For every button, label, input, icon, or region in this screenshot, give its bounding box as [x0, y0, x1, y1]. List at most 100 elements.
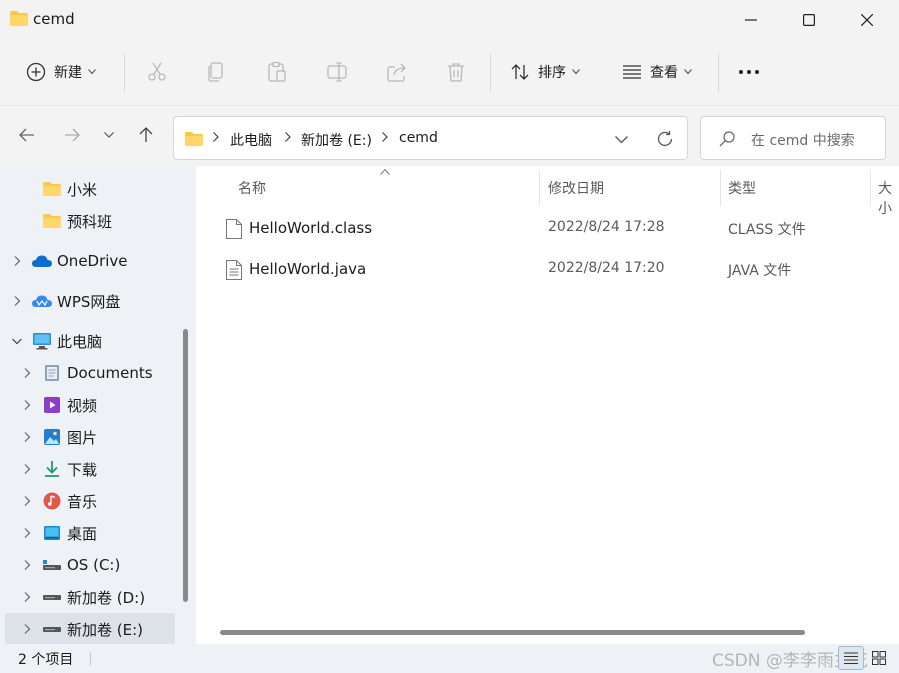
chevron-right-icon[interactable] [11, 295, 23, 307]
maximize-button[interactable] [780, 0, 838, 40]
chevron-right-icon[interactable] [21, 463, 33, 475]
column-divider[interactable] [720, 170, 721, 206]
drive-icon [43, 560, 61, 570]
share-button[interactable] [386, 52, 408, 92]
sidebar-item-pictures[interactable]: 图片 [0, 421, 176, 453]
sidebar-item-xiaomi[interactable]: 小米 [0, 173, 176, 205]
column-header-name[interactable]: 名称 [238, 178, 266, 198]
search-box[interactable]: 在 cemd 中搜索 [700, 116, 886, 160]
sidebar-item-label: 小米 [67, 180, 98, 199]
text-file-icon [226, 260, 242, 280]
command-bar: 新建 排序 查看 [0, 40, 899, 106]
sidebar-item-drive-d[interactable]: 新加卷 (D:) [0, 581, 176, 613]
delete-button[interactable] [446, 52, 466, 92]
file-name: HelloWorld.class [249, 219, 373, 237]
chevron-right-icon[interactable] [21, 527, 33, 539]
back-button[interactable] [10, 118, 44, 152]
column-divider[interactable] [539, 170, 540, 206]
chevron-right-icon[interactable] [21, 623, 33, 635]
sidebar-item-desktop[interactable]: 桌面 [0, 517, 176, 549]
close-button[interactable] [838, 0, 896, 40]
chevron-down-icon[interactable] [615, 136, 628, 144]
file-name: HelloWorld.java [249, 260, 367, 278]
view-button[interactable]: 查看 [622, 52, 692, 92]
up-button[interactable] [129, 118, 163, 152]
cut-button[interactable] [146, 52, 168, 92]
chevron-right-icon[interactable] [21, 559, 33, 571]
download-icon [45, 461, 59, 477]
minimize-button[interactable] [722, 0, 780, 40]
sidebar-item-label: 音乐 [67, 492, 98, 511]
pictures-icon [44, 429, 60, 445]
table-row[interactable]: HelloWorld.java 2022/8/24 17:20 JAVA 文件 [216, 250, 899, 290]
file-date: 2022/8/24 17:28 [548, 219, 665, 235]
trash-icon [448, 63, 464, 82]
horizontal-scrollbar[interactable] [220, 630, 805, 635]
folder-icon [43, 182, 61, 196]
forward-button[interactable] [55, 118, 89, 152]
chevron-right-icon[interactable] [21, 591, 33, 603]
sidebar-item-drive-e[interactable]: 新加卷 (E:) [5, 613, 175, 644]
sort-button[interactable]: 排序 [510, 52, 580, 92]
close-icon [861, 14, 873, 26]
sidebar-scrollbar-thumb[interactable] [183, 329, 188, 602]
chevron-right-icon[interactable] [21, 431, 33, 443]
chevron-right-icon[interactable] [21, 367, 33, 379]
copy-button[interactable] [206, 52, 226, 92]
more-button[interactable] [738, 52, 760, 92]
more-icon [739, 70, 759, 74]
details-view-button[interactable] [838, 646, 864, 670]
sidebar-item-label: 视频 [67, 396, 98, 415]
column-header-date[interactable]: 修改日期 [548, 178, 604, 198]
tiles-view-button[interactable] [866, 646, 892, 670]
refresh-icon[interactable] [656, 130, 674, 148]
chevron-right-icon[interactable] [21, 495, 33, 507]
chevron-down-icon [684, 69, 692, 75]
column-header-type[interactable]: 类型 [728, 178, 756, 198]
sidebar-item-this-pc[interactable]: 此电脑 [0, 325, 176, 357]
arrow-right-icon [65, 128, 80, 142]
chevron-right-icon[interactable] [11, 255, 23, 267]
sort-icon [511, 64, 529, 80]
sidebar-item-videos[interactable]: 视频 [0, 389, 176, 421]
view-label: 查看 [650, 65, 678, 81]
file-list: 名称 修改日期 类型 大小 HelloWorld.class 2022/8/24… [196, 166, 899, 644]
recent-locations-button[interactable] [94, 118, 124, 152]
sidebar-item-label: OS (C:) [67, 556, 121, 574]
tiles-view-icon [872, 651, 886, 665]
details-view-icon [844, 652, 858, 664]
sidebar-item-music[interactable]: 音乐 [0, 485, 176, 517]
sidebar-item-documents[interactable]: Documents [0, 357, 176, 389]
search-input[interactable]: 在 cemd 中搜索 [751, 130, 855, 150]
desktop-icon [44, 526, 60, 540]
sidebar-item-label: 新加卷 (D:) [67, 588, 146, 607]
chevron-right-icon [382, 132, 388, 142]
sidebar-item-onedrive[interactable]: OneDrive [0, 245, 176, 277]
computer-icon [33, 333, 51, 350]
new-button[interactable]: 新建 [26, 52, 96, 92]
documents-icon [45, 365, 59, 381]
paste-button[interactable] [266, 52, 288, 92]
sidebar-item-downloads[interactable]: 下载 [0, 453, 176, 485]
folder-icon [185, 132, 203, 146]
rename-button[interactable] [326, 52, 348, 92]
chevron-right-icon [213, 132, 219, 142]
breadcrumb-drive-e[interactable]: 新加卷 (E:) [301, 130, 372, 150]
sidebar-item-label: 新加卷 (E:) [67, 620, 144, 639]
toolbar-divider [718, 54, 719, 92]
sidebar-item-yukeban[interactable]: 预科班 [0, 205, 176, 237]
sidebar-item-drive-c[interactable]: OS (C:) [0, 549, 176, 581]
sort-label: 排序 [538, 65, 566, 81]
sidebar-item-label: 此电脑 [57, 332, 103, 351]
address-bar[interactable]: 此电脑 新加卷 (E:) cemd [173, 116, 688, 160]
table-row[interactable]: HelloWorld.class 2022/8/24 17:28 CLASS 文… [216, 209, 899, 249]
column-divider[interactable] [870, 170, 871, 206]
breadcrumb-cemd[interactable]: cemd [399, 130, 438, 146]
sidebar-item-wps[interactable]: WPS网盘 [0, 285, 176, 317]
file-type: JAVA 文件 [728, 263, 792, 279]
breadcrumb-this-pc[interactable]: 此电脑 [230, 130, 272, 150]
chevron-down-icon[interactable] [11, 335, 23, 347]
sidebar-item-label: 图片 [67, 428, 98, 447]
sidebar-scrollbar[interactable] [176, 170, 196, 640]
chevron-right-icon[interactable] [21, 399, 33, 411]
